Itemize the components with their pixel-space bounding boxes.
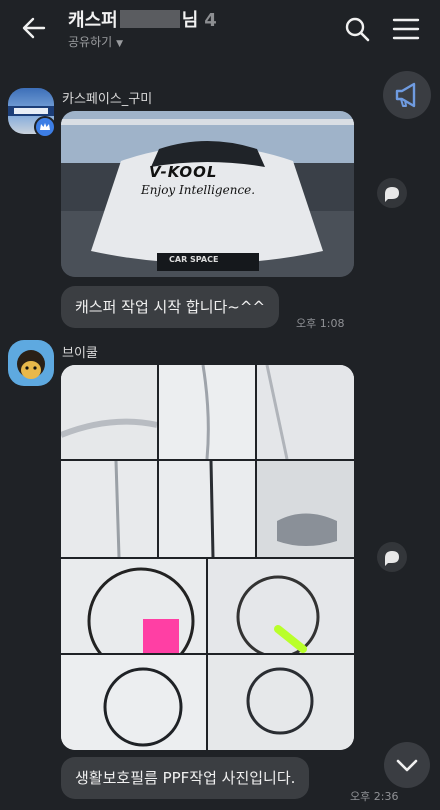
album-photo[interactable]: [61, 655, 206, 750]
forward-share-icon: [385, 187, 399, 202]
message-time: 오후 2:36: [350, 790, 399, 803]
host-crown-icon: [34, 116, 56, 138]
redacted-name-block: [119, 10, 180, 28]
megaphone-icon: [395, 82, 416, 108]
album-photo[interactable]: [61, 559, 206, 653]
share-dropdown[interactable]: 공유하기 ▼: [68, 33, 123, 50]
chevron-down-icon: [396, 759, 418, 772]
album-photo[interactable]: [159, 365, 255, 459]
member-count: 4: [204, 10, 217, 31]
avatar[interactable]: [8, 340, 54, 386]
album-photo[interactable]: [257, 461, 354, 557]
album-photo[interactable]: [208, 559, 354, 653]
chat-title[interactable]: 캐스퍼 님 4: [68, 6, 217, 32]
search-icon[interactable]: [344, 16, 370, 42]
scroll-to-bottom-button[interactable]: [384, 742, 430, 788]
photo-brand-text: V-KOOL: [149, 163, 218, 181]
caret-down-icon: ▼: [116, 39, 124, 49]
shared-photo[interactable]: V-KOOL Enjoy Intelligence. CAR SPACE: [61, 111, 354, 277]
message-time: 오후 1:08: [296, 317, 345, 330]
photo-plate-text: CAR SPACE: [169, 255, 219, 264]
back-arrow-icon[interactable]: [20, 14, 48, 42]
photo-slogan-text: Enjoy Intelligence.: [141, 183, 256, 197]
forward-share-button[interactable]: [377, 542, 407, 572]
forward-share-icon: [385, 551, 399, 566]
message-bubble[interactable]: 캐스퍼 작업 시작 합니다~^^: [61, 286, 280, 328]
chat-header: 캐스퍼 님 4 공유하기 ▼: [0, 0, 440, 60]
album-photo[interactable]: [257, 365, 354, 459]
album-photo[interactable]: [159, 461, 255, 557]
album-photo[interactable]: [61, 461, 157, 557]
photo-album-grid: [61, 365, 354, 750]
hamburger-menu-icon[interactable]: [392, 17, 420, 41]
sender-name: 카스페이스_구미: [62, 92, 153, 107]
notice-button[interactable]: [383, 71, 431, 119]
forward-share-button[interactable]: [377, 178, 407, 208]
chat-title-suffix: 님: [181, 10, 199, 31]
album-photo[interactable]: [208, 655, 354, 750]
sender-name: 브이쿨: [62, 346, 98, 361]
chat-title-prefix: 캐스퍼: [68, 10, 118, 31]
share-label: 공유하기: [68, 35, 113, 49]
message-bubble[interactable]: 생활보호필름 PPF작업 사진입니다.: [61, 757, 310, 799]
album-photo[interactable]: [61, 365, 157, 459]
